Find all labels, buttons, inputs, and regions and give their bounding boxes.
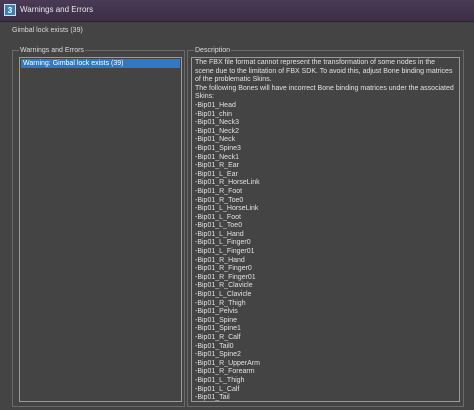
bone-list-item: -Bip01_R_Toe0: [195, 196, 244, 204]
bone-list: -Bip01_Head -Bip01_chin -Bip01_Neck3 -Bip01…: [195, 101, 455, 402]
bone-list-item: -Bip01_R_Finger0: [195, 265, 252, 273]
bone-list-item: -Bip01_L_Finger01: [195, 248, 255, 256]
bone-list-item: -Bip01_L_Thigh: [195, 376, 245, 384]
description-group-label: Description: [194, 46, 232, 55]
description-group: Description The FBX file format cannot r…: [187, 46, 464, 407]
bone-list-item: -Bip01_Spine1: [195, 325, 241, 333]
bone-list-item: -Bip01_L_Ear: [195, 170, 238, 178]
bone-list-item: -Bip01_R_UpperArm: [195, 359, 260, 367]
warnings-group-label: Warnings and Errors: [19, 46, 85, 55]
bone-list-item: -Bip01_Spine: [195, 316, 238, 324]
app-icon: 3: [4, 4, 16, 16]
bone-list-item: -Bip01_L_Clavicle: [195, 291, 252, 299]
description-intro: The FBX file format cannot represent the…: [195, 59, 453, 84]
bone-list-item: -Bip01_R_Finger01: [195, 273, 256, 281]
title-bar: 3 Warnings and Errors: [0, 0, 474, 22]
description-textbox[interactable]: The FBX file format cannot represent the…: [191, 57, 460, 402]
bone-list-item: -Bip01_Neck1: [195, 153, 239, 161]
bone-list-item: -Bip01_L_Calf: [195, 385, 240, 393]
bone-list-item: -Bip01_R_HorseLink: [195, 179, 260, 187]
bone-list-item: -Bip01_R_Forearm: [195, 368, 255, 376]
list-item[interactable]: Warning: Gimbal lock exists (39): [21, 59, 180, 68]
summary-text: Gimbal lock exists (39): [12, 27, 83, 34]
bone-list-item: -Bip01_L_HorseLink: [195, 205, 259, 213]
bone-list-item: -Bip01_Neck3: [195, 119, 239, 127]
bone-list-item: -Bip01_L_Toe0: [195, 222, 243, 230]
bone-list-item: -Bip01_Neck: [195, 136, 236, 144]
bone-list-item: -Bip01_Tail0: [195, 342, 234, 350]
bone-list-item: -Bip01_Spine2: [195, 351, 241, 359]
bone-list-item: -Bip01_R_Foot: [195, 187, 243, 195]
bone-list-item: -Bip01_Pelvis: [195, 308, 238, 316]
warnings-group: Warnings and Errors Warning: Gimbal lock…: [12, 46, 185, 407]
bone-list-item: -Bip01_L_Hand: [195, 230, 244, 238]
window-title: Warnings and Errors: [20, 5, 94, 14]
bone-list-item: -Bip01_R_Ear: [195, 162, 239, 170]
bone-list-item: -Bip01_Neck2: [195, 127, 239, 135]
bone-list-item: -Bip01_R_Clavicle: [195, 282, 253, 290]
bone-list-item: -Bip01_Head: [195, 101, 236, 109]
bone-list-item: -Bip01_R_Hand: [195, 256, 245, 264]
bone-list-item: -Bip01_L_Foot: [195, 213, 241, 221]
bone-list-item: -Bip01_R_Calf: [195, 334, 241, 341]
warnings-list[interactable]: Warning: Gimbal lock exists (39): [19, 57, 182, 402]
bone-list-item: -Bip01_R_Thigh: [195, 299, 246, 307]
description-content: The FBX file format cannot represent the…: [195, 59, 455, 402]
bone-list-item: -Bip01_Tail: [195, 394, 230, 402]
description-intro-bones: The following Bones will have incorrect …: [195, 84, 454, 101]
bone-list-item: -Bip01_chin: [195, 110, 232, 118]
bone-list-item: -Bip01_L_Finger0: [195, 239, 251, 247]
bone-list-item: -Bip01_Spine3: [195, 144, 241, 152]
